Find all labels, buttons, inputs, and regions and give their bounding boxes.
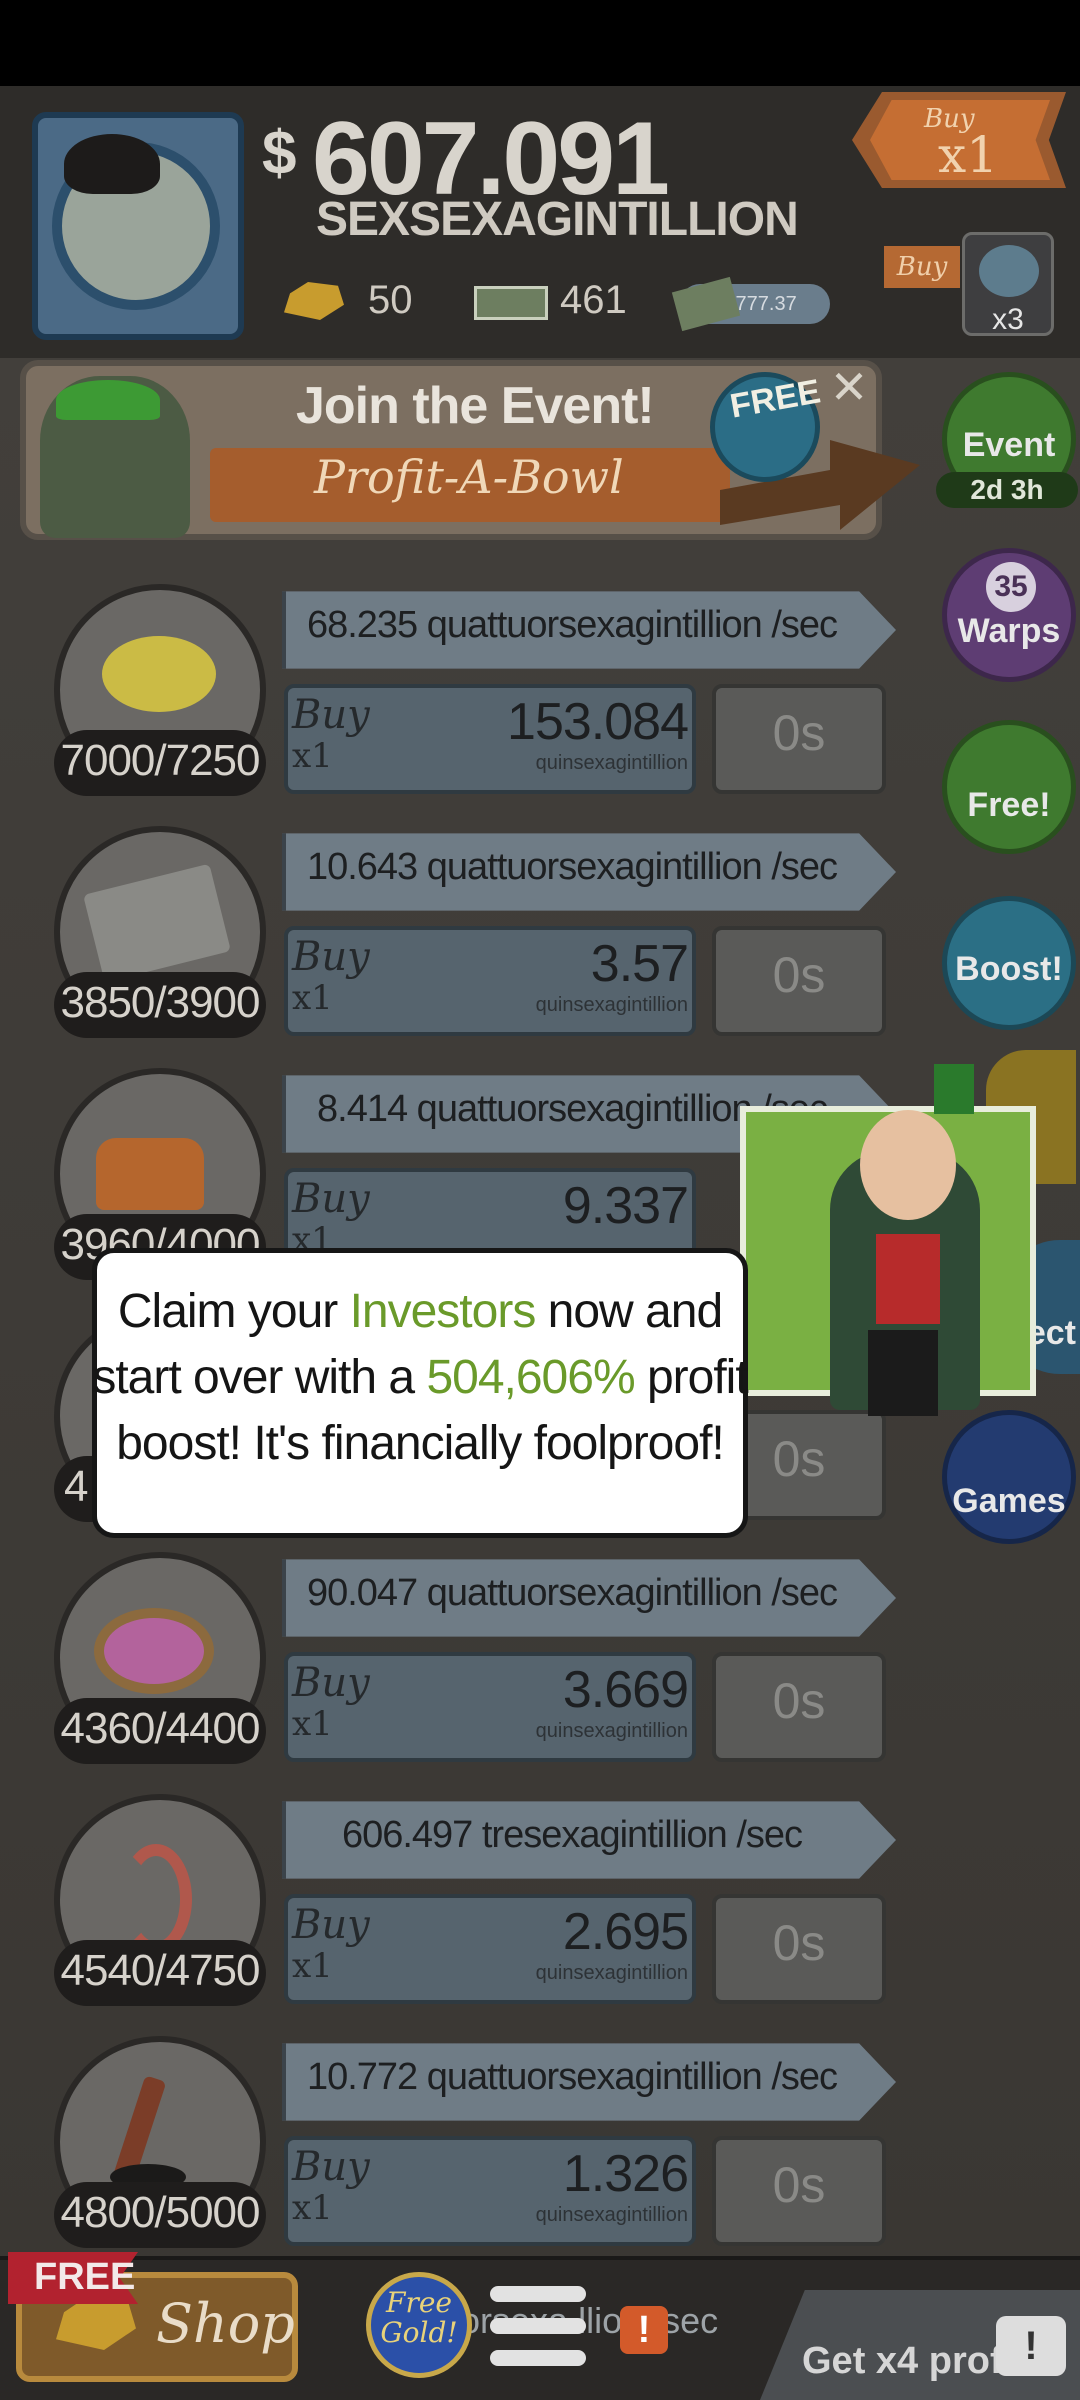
timer-text: 0s xyxy=(772,705,826,761)
buy-cost: 3.57 xyxy=(590,935,689,993)
timer-text: 0s xyxy=(772,1915,826,1971)
free-tag-label: FREE xyxy=(34,2256,136,2298)
business-row-hockey: 4800/5000 10.772 quattuorsexagintillion … xyxy=(0,2036,900,2266)
timer-text: 0s xyxy=(772,947,826,1003)
timer-text: 0s xyxy=(772,2157,826,2213)
games-label: Games xyxy=(952,1482,1066,1520)
investor-head xyxy=(860,1110,956,1220)
business-row-lemonade: 7000/7250 68.235 quattuorsexagintillion … xyxy=(0,584,900,814)
business-progress: 4360/4400 xyxy=(60,1704,261,1753)
green-cap-icon xyxy=(56,380,160,420)
warps-count: 35 xyxy=(986,562,1036,612)
business-progress: 4540/4750 xyxy=(60,1946,261,1995)
popup-line-2: start over with a 504,606% profit xyxy=(92,1351,748,1404)
alert-icon: ! xyxy=(620,2306,668,2354)
business-row-donut: 4360/4400 90.047 quattuorsexagintillion … xyxy=(0,1552,900,1782)
buy-cost-unit: quinsexagintillion xyxy=(535,752,688,774)
popup-line-3: boost! It's financially foolproof! xyxy=(116,1417,725,1470)
menu-line xyxy=(490,2350,586,2366)
business-row-shrimp: 4540/4750 606.497 tresexagintillion /sec… xyxy=(0,1794,900,2024)
event-title: Join the Event! xyxy=(296,377,655,435)
newspaper-boost-button[interactable]: x3 xyxy=(962,232,1054,336)
buy-cost: 2.695 xyxy=(562,1903,689,1961)
car-icon xyxy=(96,1138,204,1210)
close-icon[interactable]: ✕ xyxy=(826,364,872,410)
gold-count: 50 xyxy=(368,278,413,322)
buy-cost: 153.084 xyxy=(507,693,689,751)
buy-label: Buy xyxy=(292,1176,370,1222)
player-avatar[interactable] xyxy=(32,112,244,340)
business-row-newspaper: 3850/3900 10.643 quattuorsexagintillion … xyxy=(0,826,900,1056)
business-progress: 3850/3900 xyxy=(60,978,261,1027)
investor-legs xyxy=(868,1330,938,1416)
boost-label: Boost! xyxy=(955,950,1063,988)
status-bar xyxy=(0,0,1080,86)
buy-cost-unit: quinsexagintillion xyxy=(535,1962,688,1984)
event-timer: 2d 3h xyxy=(936,472,1078,508)
buy-multiplier: x1 xyxy=(292,736,333,776)
currency-symbol: $ xyxy=(262,119,297,188)
angel-bill-count: 461 xyxy=(560,278,627,322)
angel-bill-icon xyxy=(474,286,548,320)
buy-label: Buy xyxy=(292,2144,370,2190)
buy-small-label[interactable]: Buy xyxy=(884,246,960,288)
games-button[interactable] xyxy=(942,1410,1076,1544)
buy-cost-unit: quinsexagintillion xyxy=(535,994,688,1016)
shrimp-icon xyxy=(120,1844,192,1954)
warps-label: Warps xyxy=(957,612,1061,650)
percent-highlight: 504,606% xyxy=(426,1351,635,1404)
profit-rate: 606.497 tresexagintillion /sec xyxy=(341,1814,803,1856)
profit-rate: 68.235 quattuorsexagintillion /sec xyxy=(306,604,838,646)
profit-rate: 90.047 quattuorsexagintillion /sec xyxy=(306,1572,838,1614)
donut-icon xyxy=(94,1608,214,1694)
buy-multiplier: x1 xyxy=(292,1946,333,1986)
investors-highlight: Investors xyxy=(349,1285,537,1338)
buy-cost-unit: quinsexagintillion xyxy=(535,2204,688,2226)
buy-cost-unit: quinsexagintillion xyxy=(535,1720,688,1742)
tv-icon[interactable]: ! xyxy=(996,2316,1066,2376)
shop-label: Shop xyxy=(156,2292,295,2355)
buy-label: Buy xyxy=(292,1660,370,1706)
buy-label: Buy xyxy=(292,934,370,980)
game-screen: $ 607.091 SEXSEXAGINTILLION 50 461 37777… xyxy=(0,0,1080,2400)
business-progress: 7000/7250 xyxy=(60,736,261,785)
profit-rate: 10.643 quattuorsexagintillion /sec xyxy=(306,846,838,888)
newspaper-icon xyxy=(979,245,1039,297)
buy-label: Buy xyxy=(292,692,370,738)
x3-badge-text: x3 xyxy=(992,303,1024,336)
avatar-hair xyxy=(64,134,160,194)
hamburger-menu-icon[interactable] xyxy=(490,2286,586,2368)
lemon-icon xyxy=(102,636,216,712)
buy-multiplier: x1 xyxy=(292,978,333,1018)
buy-mode-multiplier: x1 xyxy=(938,126,999,184)
buy-multiplier: x1 xyxy=(292,2188,333,2228)
profit-rate: 10.772 quattuorsexagintillion /sec xyxy=(306,2056,838,2098)
free-gold-label: Free Gold! xyxy=(380,2286,458,2349)
buy-multiplier: x1 xyxy=(292,1704,333,1744)
investor-vest xyxy=(876,1234,940,1324)
timer-text: 0s xyxy=(772,1673,826,1729)
money-unit: SEXSEXAGINTILLION xyxy=(316,193,799,246)
popup-line-1: Claim your Investors now and xyxy=(117,1285,723,1338)
event-subtitle: Profit-A-Bowl xyxy=(314,450,624,504)
event-label: Event xyxy=(962,426,1056,464)
free-label: Free! xyxy=(967,786,1051,824)
top-hat-icon xyxy=(934,1064,974,1114)
menu-line xyxy=(490,2318,586,2334)
buy-label: Buy xyxy=(292,1902,370,1948)
buy-cost: 1.326 xyxy=(562,2145,689,2203)
business-progress: 4800/5000 xyxy=(60,2188,261,2237)
menu-line xyxy=(490,2286,586,2302)
buy-cost: 3.669 xyxy=(562,1661,689,1719)
buy-cost: 9.337 xyxy=(562,1177,689,1235)
